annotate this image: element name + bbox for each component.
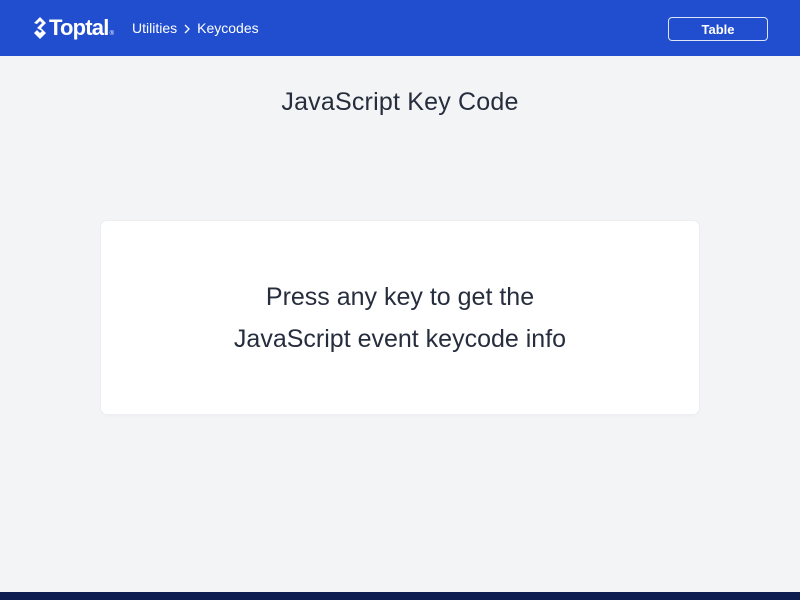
breadcrumb: Utilities Keycodes: [132, 20, 259, 37]
chevron-right-icon: [184, 24, 191, 33]
page-title: JavaScript Key Code: [281, 88, 519, 116]
footer-bar: [0, 592, 800, 600]
toptal-logo-mark-icon: [34, 17, 46, 39]
top-header: Toptal ® Utilities Keycodes Table: [0, 0, 800, 56]
breadcrumb-utilities-link[interactable]: Utilities: [132, 20, 177, 37]
logo-text: Toptal: [49, 15, 109, 40]
keypress-prompt-card: Press any key to get the JavaScript even…: [101, 221, 699, 414]
logo-registered-mark: ®: [109, 31, 114, 37]
prompt-line-2: JavaScript event keycode info: [233, 324, 567, 353]
toptal-logo[interactable]: Toptal ®: [32, 15, 114, 41]
breadcrumb-keycodes-current: Keycodes: [197, 20, 259, 36]
table-button[interactable]: Table: [668, 17, 768, 41]
prompt-line-1: Press any key to get the: [265, 282, 535, 311]
